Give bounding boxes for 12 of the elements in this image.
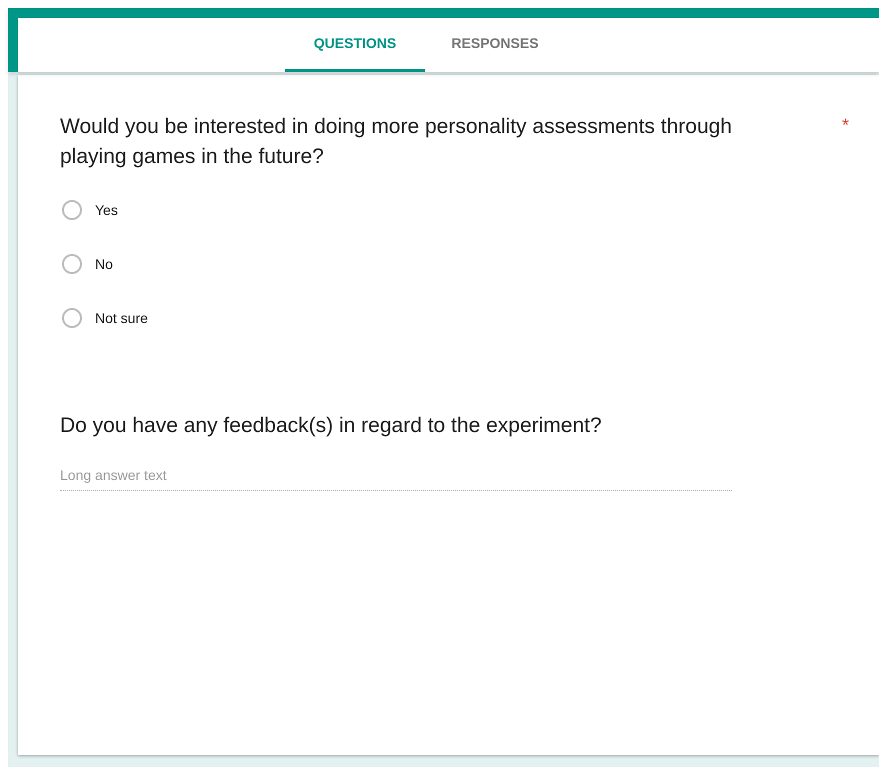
question-title: Would you be interested in doing more personality assessments through playing games in the future?: [60, 114, 733, 170]
option-label: Not sure: [95, 308, 148, 328]
answer-field[interactable]: Long answer text: [60, 465, 732, 491]
option-label: Yes: [95, 200, 118, 220]
tab[interactable]: RESPONSES: [425, 18, 565, 72]
radio-button[interactable]: [62, 254, 82, 274]
radio-button[interactable]: [62, 308, 82, 328]
required-asterisk: *: [842, 114, 849, 137]
radio-button[interactable]: [62, 200, 82, 220]
tab[interactable]: QUESTIONS: [285, 18, 425, 72]
option-label: No: [95, 254, 113, 274]
question-title: Do you have any feedback(s) in regard to the experiment?: [60, 413, 602, 439]
